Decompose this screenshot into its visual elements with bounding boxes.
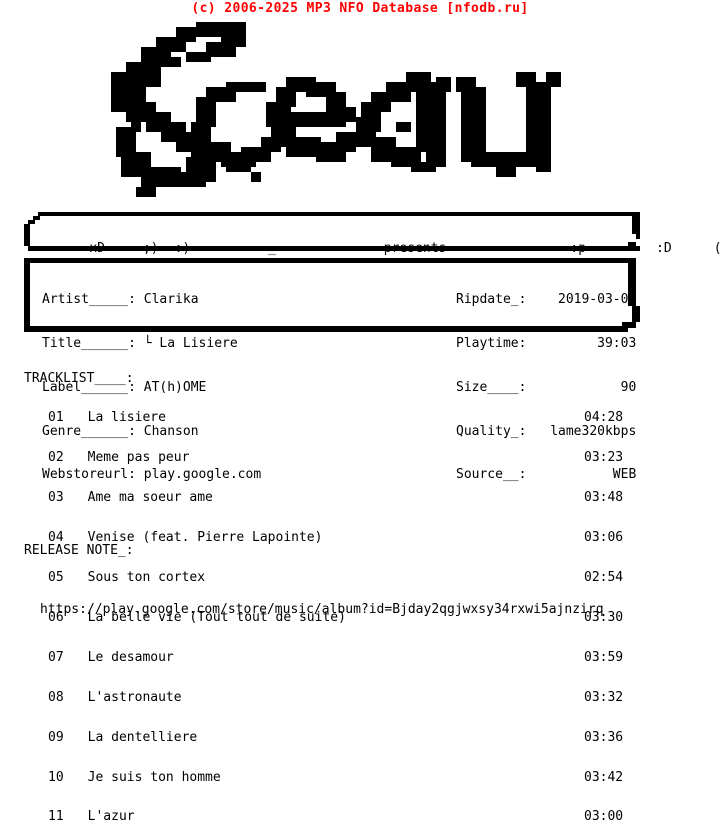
track-row: 10 Je suis ton homme 03:42 xyxy=(24,769,684,785)
sceau-logo-pixels xyxy=(111,22,561,197)
release-note-url[interactable]: https://play.google.com/store/music/albu… xyxy=(40,602,704,618)
release-note-heading: RELEASE NOTE_: xyxy=(24,543,134,558)
track-title: Je suis ton homme xyxy=(87,769,221,785)
track-row: 09 La dentelliere 03:36 xyxy=(24,729,684,745)
banner-item-6: :D xyxy=(656,241,672,256)
track-number: 02 xyxy=(48,450,64,466)
banner-item-5: :p xyxy=(570,241,587,256)
track-row: 07 Le desamour 03:59 xyxy=(24,649,684,665)
banner-item-0: xD xyxy=(89,241,105,256)
banner-presents-label: presents xyxy=(383,241,447,256)
track-title: Le desamour xyxy=(87,649,174,665)
track-duration: 03:59 xyxy=(584,649,624,665)
track-title: Ame ma soeur ame xyxy=(87,490,213,506)
release-note-section: RELEASE NOTE_: https://play.google.com/s… xyxy=(24,511,704,634)
track-duration: 04:28 xyxy=(584,410,624,426)
info-row-artist: Artist_____: Clarika xyxy=(42,293,261,308)
track-number: 03 xyxy=(48,490,64,506)
track-number: 08 xyxy=(48,689,64,705)
track-title: L'astronaute xyxy=(87,689,182,705)
track-number: 09 xyxy=(48,729,64,745)
sceau-logo xyxy=(96,22,586,202)
track-number: 11 xyxy=(48,809,64,825)
track-number: 07 xyxy=(48,649,64,665)
track-title: La dentelliere xyxy=(87,729,198,745)
track-title: L'azur xyxy=(87,809,135,825)
track-row: 03 Ame ma soeur ame 03:48 xyxy=(24,490,684,506)
track-title: Meme pas peur xyxy=(87,450,190,466)
info-value-ripdate: 2019-03-07 xyxy=(558,292,637,308)
track-row: 01 La lisiere 04:28 xyxy=(24,410,684,426)
release-info-box: Artist_____: Clarika Title______: └ La L… xyxy=(24,258,658,482)
info-row-ripdate: Ripdate_: 2019-03-07 xyxy=(456,293,636,308)
track-duration: 03:42 xyxy=(584,769,624,785)
nfo-database-credit: (c) 2006-2025 MP3 NFO Database [nfodb.ru… xyxy=(191,1,529,16)
track-number: 10 xyxy=(48,769,64,785)
presents-banner: xD;):) -_- presents :p :D (: xyxy=(24,212,720,256)
banner-item-3: -_- xyxy=(260,241,284,256)
info-key-artist: Artist_____: xyxy=(42,292,136,308)
track-row: 02 Meme pas peur 03:23 xyxy=(24,450,684,466)
tracklist-heading: TRACKLIST____: xyxy=(24,370,134,386)
track-title: La lisiere xyxy=(87,410,166,426)
track-duration: 03:32 xyxy=(584,689,624,705)
track-duration: 03:23 xyxy=(584,450,624,466)
info-key-ripdate: Ripdate_: xyxy=(456,292,527,308)
track-duration: 03:48 xyxy=(584,490,624,506)
info-value-artist: Clarika xyxy=(143,292,199,308)
track-duration: 03:00 xyxy=(584,809,624,825)
banner-item-2: :) xyxy=(174,241,191,256)
banner-item-1: ;) xyxy=(142,241,159,256)
track-number: 01 xyxy=(48,410,64,426)
track-row: 08 L'astronaute 03:32 xyxy=(24,689,684,705)
track-row: 11 L'azur 03:00 xyxy=(24,809,684,825)
banner-item-7: (: xyxy=(714,241,720,256)
track-duration: 03:36 xyxy=(584,729,624,745)
